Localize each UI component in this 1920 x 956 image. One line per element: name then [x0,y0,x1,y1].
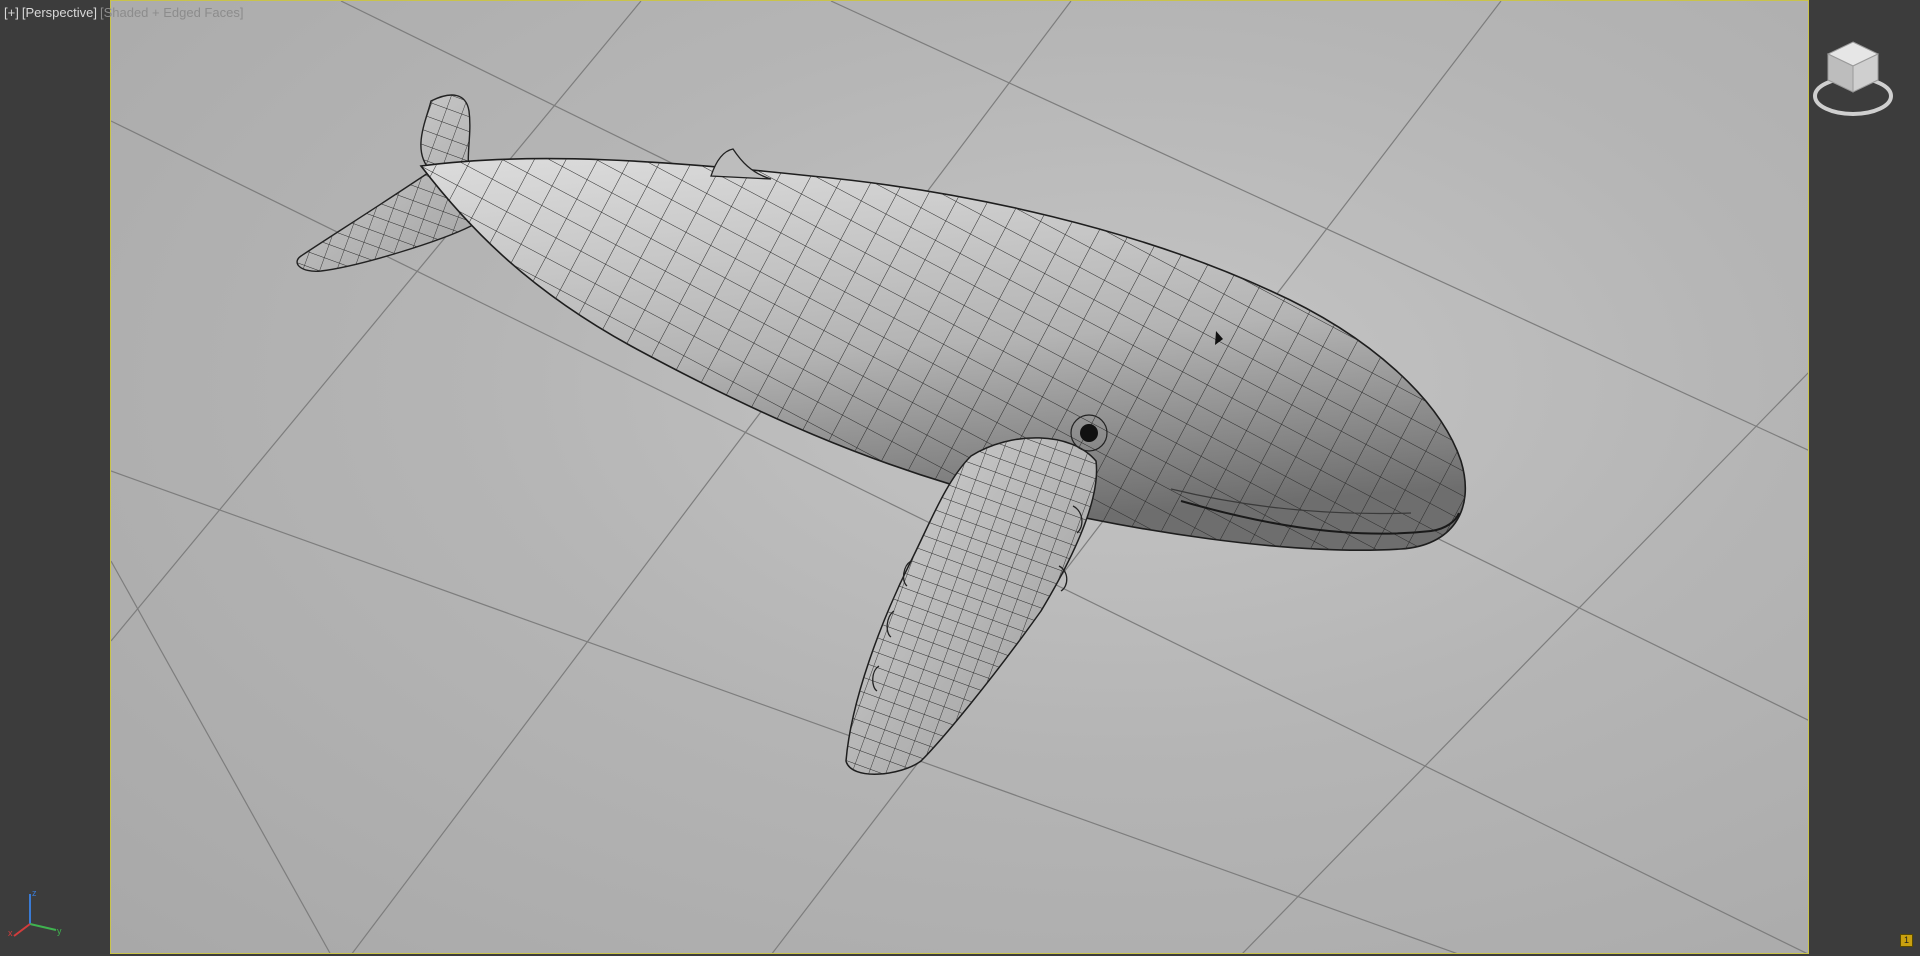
perspective-viewport[interactable] [110,0,1809,954]
viewport-view-label[interactable]: [Perspective] [22,5,97,20]
viewcube-icon[interactable] [1808,34,1898,124]
axis-tripod-icon: z y x [8,884,68,944]
whale-model[interactable] [261,81,1491,791]
axis-z-label: z [32,888,37,898]
viewport-area[interactable]: [+][Perspective][Shaded + Edged Faces] [0,0,1920,956]
corner-badge[interactable]: 1 [1900,934,1913,947]
viewport-shading-label[interactable]: [Shaded + Edged Faces] [100,5,243,20]
whale-eye-mark [1080,424,1098,442]
viewport-label-bar: [+] [Perspective] [Shaded + Edged Faces] [4,5,246,20]
axis-y-label: y [57,926,62,936]
viewport-menu-label[interactable]: [+] [4,5,19,20]
axis-x-label: x [8,928,13,938]
scene-canvas [111,1,1808,953]
